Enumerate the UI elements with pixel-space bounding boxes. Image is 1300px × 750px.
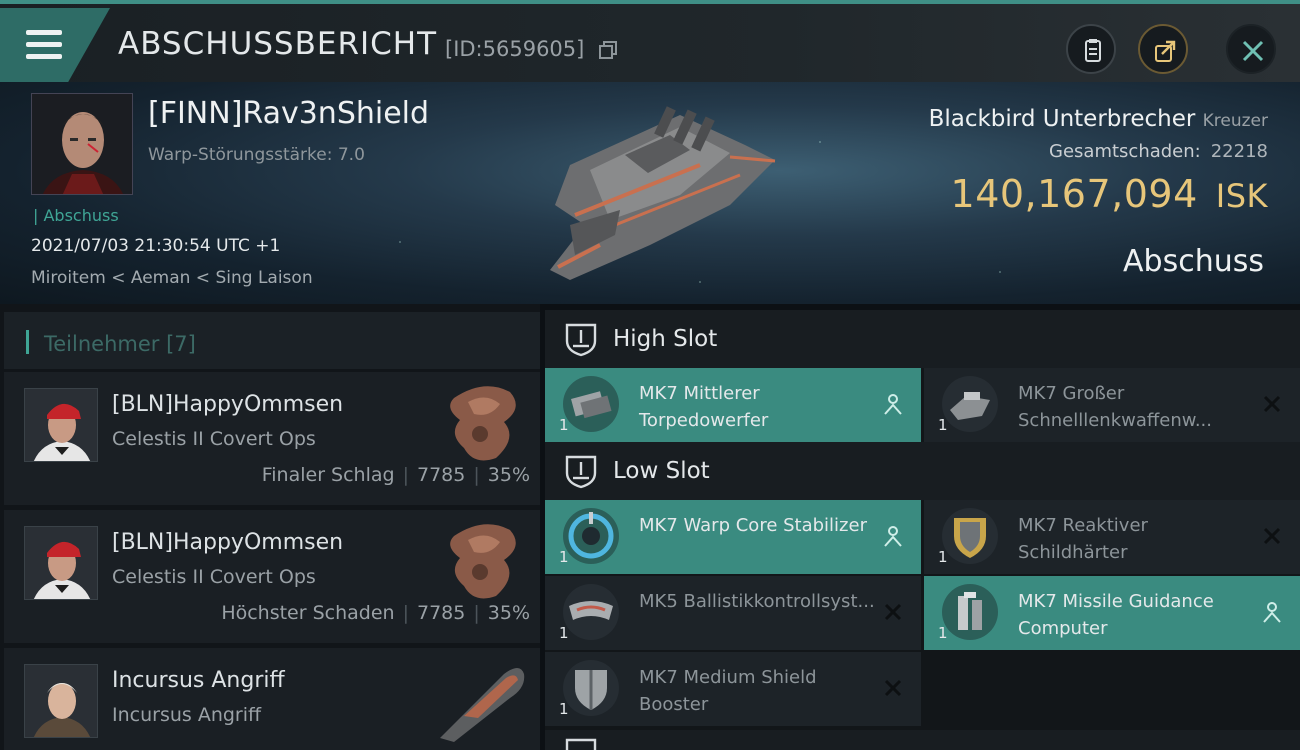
item-name: MK7 Reaktiver Schildhärter — [1018, 515, 1148, 563]
clipboard-icon — [1085, 39, 1101, 62]
participant-row[interactable]: Incursus Angriff Incursus Angriff — [4, 648, 540, 750]
ship-class: Kreuzer — [1202, 111, 1268, 131]
fitting-item[interactable]: 1 MK7 Großer Schnelllenkwaffenw... — [924, 368, 1300, 442]
item-quantity: 1 — [938, 416, 948, 434]
kill-time: 2021/07/03 21:30:54 UTC +1 — [31, 236, 281, 256]
participant-ship-image — [450, 524, 516, 599]
next-slot-header — [545, 730, 1300, 750]
total-damage: Gesamtschaden: 22218 — [1049, 141, 1268, 162]
participant-name: Incursus Angriff — [112, 668, 285, 693]
close-button[interactable] — [1226, 24, 1276, 74]
isk-unit: ISK — [1215, 177, 1268, 215]
high-slot-icon — [565, 323, 597, 357]
participant-percent: 35% — [487, 602, 530, 624]
participant-row[interactable]: [BLN]HappyOmmsen Celestis II Covert Ops … — [4, 372, 540, 505]
destroyed-x-icon — [1263, 395, 1281, 413]
participants-title: Teilnehmer [7] — [44, 332, 196, 356]
destroyed-x-icon — [1263, 527, 1281, 545]
clipboard-button[interactable] — [1066, 24, 1116, 74]
participant-ship: Celestis II Covert Ops — [112, 566, 316, 588]
top-bar: ABSCHUSSBERICHT [ID:5659605] — [0, 0, 1300, 82]
item-name: MK7 Warp Core Stabilizer — [639, 515, 867, 536]
item-quantity: 1 — [938, 548, 948, 566]
item-quantity: 1 — [559, 416, 569, 434]
fittings-panel: High Slot 1 MK7 Mittlerer Torpedowerfer … — [545, 310, 1300, 750]
participant-avatar[interactable] — [24, 526, 98, 600]
low-slot-icon — [565, 455, 597, 489]
high-slot-title: High Slot — [613, 326, 718, 352]
fitting-item[interactable]: 1 MK7 Missile Guidance Computer — [924, 576, 1300, 650]
participant-role: Höchster Schaden — [221, 602, 395, 624]
participant-damage: 7785 — [417, 602, 466, 624]
participant-stats: Höchster Schaden | 7785 | 35% — [221, 602, 530, 624]
item-name: MK7 Mittlerer Torpedowerfer — [639, 383, 769, 431]
fitting-item[interactable]: 1 MK7 Mittlerer Torpedowerfer — [545, 368, 921, 442]
share-button[interactable] — [1138, 24, 1188, 74]
module-icon — [942, 508, 998, 564]
item-quantity: 1 — [559, 548, 569, 566]
item-quantity: 1 — [559, 624, 569, 642]
copy-icon[interactable] — [598, 40, 618, 60]
menu-button[interactable] — [0, 8, 110, 82]
total-damage-value: 22218 — [1210, 141, 1268, 162]
warp-strength: Warp-Störungsstärke: 7.0 — [148, 145, 365, 165]
participant-ship-image — [450, 386, 516, 461]
participants-panel: Teilnehmer [7] [BLN]HappyOmmsen Celestis… — [0, 304, 540, 750]
victim-portrait[interactable] — [31, 93, 133, 195]
low-slot-header: Low Slot — [545, 442, 1300, 500]
item-name: MK7 Missile Guidance Computer — [1018, 591, 1214, 639]
participant-ship-image — [440, 668, 525, 742]
participant-percent: 35% — [487, 464, 530, 486]
dropped-person-icon — [884, 394, 902, 415]
module-icon — [563, 508, 619, 564]
item-name: MK7 Großer Schnelllenkwaffenw... — [1018, 383, 1212, 431]
page-title: ABSCHUSSBERICHT — [118, 26, 438, 62]
dropped-person-icon — [1263, 602, 1281, 623]
fitting-item[interactable]: 1 MK5 Ballistikkontrollsyst... — [545, 576, 921, 650]
participant-role: Finaler Schlag — [261, 464, 395, 486]
participant-ship: Celestis II Covert Ops — [112, 428, 316, 450]
module-icon — [942, 376, 998, 432]
low-slot-title: Low Slot — [613, 458, 710, 484]
close-icon — [1242, 40, 1264, 62]
dropped-person-icon — [884, 526, 902, 547]
destroyed-x-icon — [884, 603, 902, 621]
participant-stats: Finaler Schlag | 7785 | 35% — [261, 464, 530, 486]
participant-name: [BLN]HappyOmmsen — [112, 530, 344, 555]
module-icon — [563, 376, 619, 432]
participant-avatar[interactable] — [24, 388, 98, 462]
module-icon — [942, 584, 998, 640]
module-icon — [563, 584, 619, 640]
total-damage-label: Gesamtschaden: — [1049, 141, 1201, 162]
item-name: MK7 Medium Shield Booster — [639, 667, 817, 715]
participants-header[interactable]: Teilnehmer [7] — [4, 312, 540, 369]
isk-value: 140,167,094 — [950, 172, 1198, 216]
share-icon — [1155, 40, 1176, 62]
destroyed-x-icon — [884, 679, 902, 697]
participant-ship: Incursus Angriff — [112, 704, 262, 726]
participant-damage: 7785 — [417, 464, 466, 486]
kill-tag: | Abschuss — [33, 206, 119, 225]
fitting-item[interactable]: 1 MK7 Warp Core Stabilizer — [545, 500, 921, 574]
item-quantity: 1 — [938, 624, 948, 642]
report-id: [ID:5659605] — [445, 37, 585, 61]
victim-name[interactable]: [FINN]Rav3nShield — [148, 96, 429, 131]
item-name: MK5 Ballistikkontrollsyst... — [639, 591, 875, 612]
ship-name-line[interactable]: Blackbird Unterbrecher Kreuzer — [929, 106, 1268, 132]
ship-image — [550, 106, 776, 280]
participant-avatar[interactable] — [24, 664, 98, 738]
module-icon — [563, 660, 619, 716]
ship-name: Blackbird Unterbrecher — [928, 106, 1196, 132]
participant-row[interactable]: [BLN]HappyOmmsen Celestis II Covert Ops … — [4, 510, 540, 643]
item-quantity: 1 — [559, 700, 569, 718]
fitting-item[interactable]: 1 MK7 Reaktiver Schildhärter — [924, 500, 1300, 574]
isk-value-line: 140,167,094 ISK — [951, 172, 1268, 216]
slot-icon — [565, 738, 597, 750]
high-slot-header: High Slot — [545, 310, 1300, 368]
fitting-item[interactable]: 1 MK7 Medium Shield Booster — [545, 652, 921, 726]
kill-location[interactable]: Miroitem < Aeman < Sing Laison — [31, 268, 313, 288]
participant-name: [BLN]HappyOmmsen — [112, 392, 344, 417]
result-label: Abschuss — [1123, 244, 1264, 279]
